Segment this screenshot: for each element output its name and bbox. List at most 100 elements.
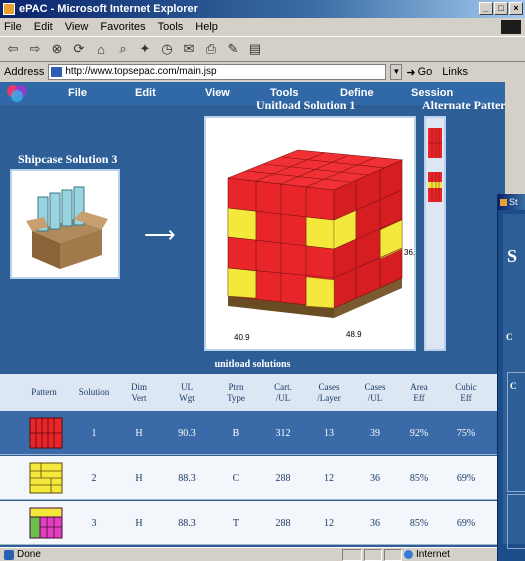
status-text: Done xyxy=(17,549,41,560)
window-title: ePAC - Microsoft Internet Explorer xyxy=(19,3,198,15)
col-pattern[interactable]: Pattern xyxy=(22,374,66,411)
cases-layer-cell: 13 xyxy=(324,427,334,439)
ptrn-type-cell: B xyxy=(232,427,240,439)
col-cubic-eff[interactable]: Cubic Eff xyxy=(448,374,484,411)
close-button[interactable]: × xyxy=(509,2,523,15)
app-menu-view[interactable]: View xyxy=(205,87,230,99)
print-icon[interactable]: ⎙ xyxy=(202,40,220,58)
cases-ul-cell: 36 xyxy=(370,472,380,484)
cases-ul-cell: 39 xyxy=(370,427,380,439)
pattern-cell xyxy=(26,411,66,455)
col-cart-ul[interactable]: Cart./UL xyxy=(266,374,300,411)
history-icon[interactable]: ◷ xyxy=(158,40,176,58)
shipcase-box-icon xyxy=(26,186,108,269)
col-cases-ul[interactable]: Cases/UL xyxy=(358,374,392,411)
menu-help[interactable]: Help xyxy=(195,21,218,33)
app-menu-file[interactable]: File xyxy=(68,87,87,99)
status-segment xyxy=(364,548,382,561)
cubic-eff-cell: 69% xyxy=(456,472,476,484)
dialog-icon xyxy=(500,198,507,206)
minimize-button[interactable]: _ xyxy=(479,2,493,15)
dim-vert-cell: H xyxy=(135,427,143,439)
side-dialog-panel: C xyxy=(507,372,525,492)
address-dropdown-icon[interactable]: ▼ xyxy=(390,64,403,80)
app-menu-edit[interactable]: Edit xyxy=(135,87,156,99)
status-segment xyxy=(342,548,362,561)
col-dim-vert[interactable]: Dim Vert xyxy=(122,374,156,411)
menu-file[interactable]: File xyxy=(4,21,22,33)
arrow-right-icon: ⟶ xyxy=(144,222,176,247)
shipcase-image[interactable] xyxy=(10,169,120,279)
home-icon[interactable]: ⌂ xyxy=(92,40,110,58)
ul-wgt-cell: 90.3 xyxy=(178,427,196,439)
area-eff-cell: 85% xyxy=(409,517,429,529)
address-bar: Address http://www.topsepac.com/main.jsp… xyxy=(0,62,525,82)
links-button[interactable]: Links xyxy=(442,66,468,78)
ul-wgt-cell: 88.3 xyxy=(178,517,196,529)
ptrn-type-cell: T xyxy=(232,517,240,529)
dim-vert-cell: H xyxy=(135,472,143,484)
status-bar: Done Internet xyxy=(0,547,497,561)
address-url: http://www.topsepac.com/main.jsp xyxy=(65,66,217,77)
alt-pattern-1-icon[interactable] xyxy=(428,128,442,158)
go-button[interactable]: ➜ Go xyxy=(406,66,432,79)
forward-icon[interactable]: ⇨ xyxy=(26,40,44,58)
epac-app: File Edit View Tools Define Session Ship… xyxy=(0,82,505,547)
discuss-icon[interactable]: ▤ xyxy=(246,40,264,58)
solution-cell: 3 xyxy=(91,517,97,529)
pattern-yellow-icon xyxy=(29,462,63,494)
col-area-eff[interactable]: Area Eff xyxy=(402,374,436,411)
col-solution[interactable]: Solution xyxy=(70,374,118,411)
menu-edit[interactable]: Edit xyxy=(34,21,53,33)
dim-right-label: 48.9 xyxy=(346,330,362,339)
back-icon[interactable]: ⇦ xyxy=(4,40,22,58)
menu-favorites[interactable]: Favorites xyxy=(100,21,145,33)
col-ul-wgt[interactable]: UL Wgt xyxy=(170,374,204,411)
side-dialog[interactable]: St S C C xyxy=(497,194,525,561)
table-row[interactable]: 2 H 88.3 C 288 12 36 85% 69% xyxy=(0,456,505,500)
cases-layer-cell: 12 xyxy=(324,517,334,529)
stop-icon[interactable]: ⊗ xyxy=(48,40,66,58)
pattern-cell xyxy=(26,456,66,500)
table-row[interactable]: 3 H 88.3 T 288 12 36 85% 69% xyxy=(0,501,505,545)
alt-pattern-2-icon[interactable] xyxy=(428,172,442,202)
edit-icon[interactable]: ✎ xyxy=(224,40,242,58)
side-dialog-panel-2 xyxy=(507,494,525,549)
col-ptrn-type[interactable]: Ptrn Type xyxy=(218,374,254,411)
go-arrow-icon: ➜ xyxy=(406,66,416,79)
browser-toolbar: ⇦ ⇨ ⊗ ⟳ ⌂ ⌕ ✦ ◷ ✉ ⎙ ✎ ▤ xyxy=(0,36,525,62)
alternate-title: Alternate Patterns xyxy=(422,98,505,112)
cubic-eff-cell: 69% xyxy=(456,517,476,529)
window-title-bar: ePAC - Microsoft Internet Explorer _ □ × xyxy=(0,0,525,18)
maximize-button[interactable]: □ xyxy=(494,2,508,15)
address-input[interactable]: http://www.topsepac.com/main.jsp xyxy=(48,64,387,80)
unitload-title: Unitload Solution 1 xyxy=(256,98,356,112)
area-eff-cell: 92% xyxy=(409,427,429,439)
search-icon[interactable]: ⌕ xyxy=(114,40,132,58)
ptrn-type-cell: C xyxy=(232,472,240,484)
cart-ul-cell: 288 xyxy=(275,472,291,484)
side-dialog-title-bar[interactable]: St xyxy=(498,194,525,210)
area-eff-cell: 85% xyxy=(409,472,429,484)
col-cases-layer[interactable]: Cases/Layer xyxy=(308,374,350,411)
menu-tools[interactable]: Tools xyxy=(158,21,184,33)
status-segment xyxy=(384,548,402,561)
solution-cell: 2 xyxy=(91,472,97,484)
cubic-eff-cell: 75% xyxy=(456,427,476,439)
mail-icon[interactable]: ✉ xyxy=(180,40,198,58)
cases-ul-cell: 36 xyxy=(370,517,380,529)
favorites-icon[interactable]: ✦ xyxy=(136,40,154,58)
ul-wgt-cell: 88.3 xyxy=(178,472,196,484)
side-dialog-heading: S xyxy=(507,246,518,266)
page-icon xyxy=(51,67,63,77)
menu-view[interactable]: View xyxy=(65,21,89,33)
done-page-icon xyxy=(4,549,14,560)
refresh-icon[interactable]: ⟳ xyxy=(70,40,88,58)
alternate-patterns-panel xyxy=(424,116,446,351)
side-dialog-label-1: C xyxy=(506,332,513,342)
solution-cell: 1 xyxy=(91,427,97,439)
unitload-image[interactable]: 40.9 48.9 36. xyxy=(204,116,416,351)
table-row[interactable]: 1 H 90.3 B 312 13 39 92% 75% xyxy=(0,411,505,455)
ie-app-icon xyxy=(3,3,15,15)
pattern-red-icon xyxy=(29,417,63,449)
